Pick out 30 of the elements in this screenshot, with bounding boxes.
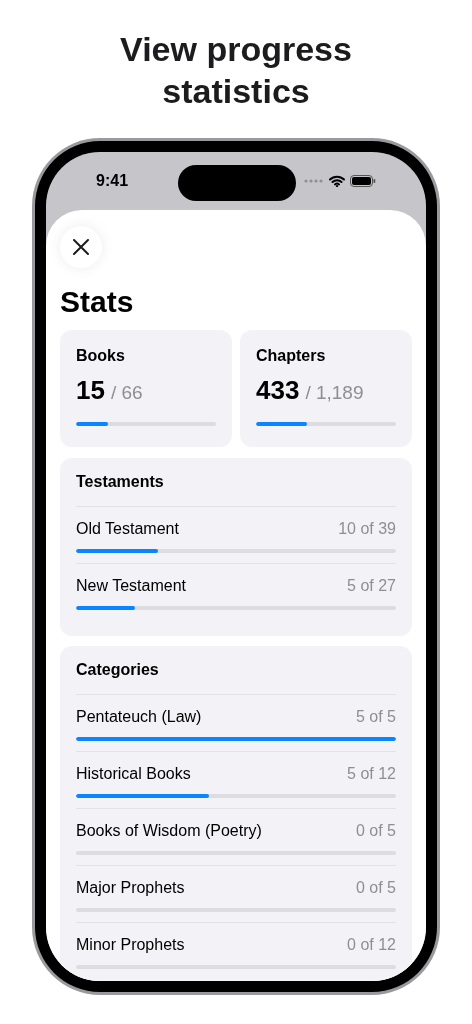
row-count: 0 of 5 — [355, 878, 396, 898]
row-label: New Testament — [76, 576, 186, 596]
stat-total: / 66 — [110, 381, 143, 405]
signal-icon — [304, 179, 324, 183]
row-label: Old Testament — [76, 519, 179, 539]
stat-label: Chapters — [256, 346, 327, 366]
section-title: Categories — [76, 660, 160, 680]
battery-icon — [350, 175, 376, 187]
headline: View progress statistics — [119, 29, 353, 112]
row-count: 5 of 12 — [347, 764, 396, 784]
row-label: Minor Prophets — [76, 935, 185, 955]
row-count: 5 of 27 — [347, 576, 396, 596]
row-count: 10 of 39 — [338, 519, 396, 539]
row-count: 0 of 12 — [347, 935, 396, 955]
stat-label: Books — [76, 346, 126, 366]
row-label: Major Prophets — [76, 878, 185, 898]
row-label: Historical Books — [76, 764, 191, 784]
sheet-title: Stats — [60, 284, 135, 320]
close-button[interactable] — [60, 226, 102, 268]
stat-value: 433 — [256, 374, 300, 406]
wifi-icon — [329, 175, 345, 187]
row-label: Books of Wisdom (Poetry) — [76, 821, 262, 841]
row-count: 5 of 5 — [355, 707, 396, 727]
row-count: 0 of 5 — [355, 821, 396, 841]
stat-value: 15 — [76, 374, 105, 406]
row-label: Pentateuch (Law) — [76, 707, 202, 727]
close-icon — [73, 239, 89, 255]
section-title: Testaments — [76, 472, 165, 492]
status-time: 9:41 — [96, 171, 129, 191]
stat-total: / 1,189 — [305, 381, 364, 405]
